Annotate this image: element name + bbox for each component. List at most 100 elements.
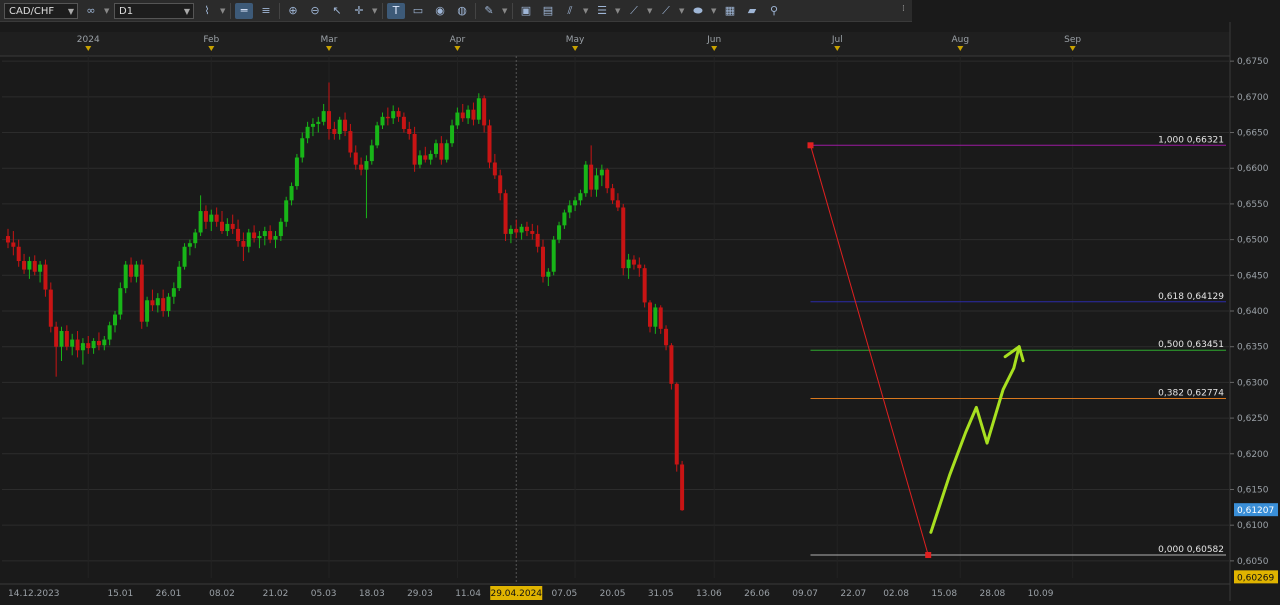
chevron-down-icon[interactable]: ▼ xyxy=(502,7,508,15)
candle-bearish xyxy=(482,98,487,126)
zoom-in-icon[interactable]: ⊕ xyxy=(284,3,302,19)
chevron-down-icon[interactable]: ▼ xyxy=(711,7,717,15)
price-axis-label: 0,6400 xyxy=(1237,307,1269,317)
line-style-icon[interactable]: ═ xyxy=(235,2,253,19)
candle-bearish xyxy=(658,307,663,329)
candle-bullish xyxy=(59,330,64,347)
candle-bearish xyxy=(412,133,417,165)
month-label: Jun xyxy=(706,35,721,45)
candle-bearish xyxy=(385,116,390,119)
candle-bullish xyxy=(321,111,326,122)
candle-bearish xyxy=(220,221,224,232)
price-axis-label: 0,6700 xyxy=(1237,93,1269,103)
price-axis-label: 0,6450 xyxy=(1237,271,1269,281)
price-chart[interactable]: 0,6750 0,6700 0,6650 0,6600 0,6550 0,6500 0,64… xyxy=(0,22,1280,601)
candle-bullish xyxy=(38,264,43,272)
note-icon[interactable]: ▭ xyxy=(409,3,427,19)
candle-bullish xyxy=(519,226,524,233)
candle-bullish xyxy=(171,288,176,297)
month-axis-strip xyxy=(0,32,1230,56)
price-axis-label: 0,6250 xyxy=(1237,414,1269,424)
candle-bullish xyxy=(155,298,160,306)
link-icon[interactable]: ∞ xyxy=(82,3,100,19)
candle-bearish xyxy=(252,232,257,239)
fib-level-label: 0,382 0,62774 xyxy=(1158,389,1224,399)
channel-icon[interactable]: ⫽ xyxy=(561,3,579,19)
chevron-down-icon[interactable]: ▼ xyxy=(647,7,653,15)
candle-bullish xyxy=(134,264,139,277)
grid-icon[interactable]: ▦ xyxy=(721,3,739,19)
chevron-down-icon[interactable]: ▼ xyxy=(615,7,621,15)
zoom-out-icon[interactable]: ⊖ xyxy=(306,3,324,19)
candle-bullish xyxy=(476,98,481,120)
low-price-label: 0,60269 xyxy=(1237,573,1274,583)
arrow-icon[interactable]: ⟋ xyxy=(657,3,675,19)
chart-area[interactable]: 0,6750 0,6700 0,6650 0,6600 0,6550 0,6500 0,64… xyxy=(0,22,1280,601)
trendline-icon[interactable]: ⟋ xyxy=(625,3,643,19)
candle-bearish xyxy=(680,464,685,511)
cursor-icon[interactable]: ↖ xyxy=(328,3,346,19)
date-axis-label: 15.01 xyxy=(107,589,133,599)
candle-bearish xyxy=(524,226,529,232)
bar-style-icon[interactable]: ≡ xyxy=(257,3,275,19)
candle-bearish xyxy=(6,236,10,243)
candle-bullish xyxy=(289,186,294,201)
collapse-icon[interactable]: ⁞ xyxy=(902,4,910,18)
fib-icon[interactable]: ☰ xyxy=(593,3,611,19)
month-label: Apr xyxy=(450,35,466,45)
candle-bearish xyxy=(150,300,155,306)
text-icon[interactable]: T xyxy=(387,2,405,19)
globe-icon[interactable]: ◍ xyxy=(453,3,471,19)
candle-bullish xyxy=(166,296,171,312)
candle-bearish xyxy=(353,152,358,165)
candle-bearish xyxy=(241,241,246,247)
candle-bearish xyxy=(401,116,406,129)
candle-bearish xyxy=(75,339,80,351)
shape-icon[interactable]: ⬬ xyxy=(689,3,707,19)
price-axis-label: 0,6300 xyxy=(1237,378,1269,388)
eye-icon[interactable]: ◉ xyxy=(431,3,449,19)
candle-bullish xyxy=(27,261,32,270)
date-axis-label: 26.06 xyxy=(744,589,770,599)
fib-level-label: 1,000 0,66321 xyxy=(1158,135,1224,145)
date-axis-label: 29.03 xyxy=(407,589,433,599)
date-axis-label: 26.01 xyxy=(156,589,182,599)
candle-bullish xyxy=(316,121,321,124)
chevron-down-icon[interactable]: ▼ xyxy=(104,7,110,15)
chevron-down-icon[interactable]: ▼ xyxy=(372,7,378,15)
candle-bearish xyxy=(332,128,337,134)
candle-bearish xyxy=(471,109,476,120)
chevron-down-icon[interactable]: ▼ xyxy=(583,7,589,15)
date-axis-label: 28.08 xyxy=(980,589,1006,599)
chevron-down-icon[interactable]: ▼ xyxy=(220,7,226,15)
date-axis-label: 22.07 xyxy=(840,589,866,599)
candle-bearish xyxy=(589,164,594,190)
fib-level-label: 0,618 0,64129 xyxy=(1158,292,1224,302)
date-axis-label: 10.09 xyxy=(1028,589,1054,599)
candle-bullish xyxy=(113,314,117,326)
candle-bearish xyxy=(327,111,331,129)
candle-bearish xyxy=(648,302,652,327)
candle-bearish xyxy=(214,214,219,222)
image-icon[interactable]: ▣ xyxy=(517,3,535,19)
crosshair-icon[interactable]: ✛ xyxy=(350,3,368,19)
month-label: Mar xyxy=(321,35,338,45)
timeframe-select[interactable]: D1 ▼ xyxy=(114,2,194,19)
eraser-icon[interactable]: ▰ xyxy=(743,3,761,19)
date-axis-label: 08.02 xyxy=(209,589,235,599)
candle-bullish xyxy=(557,225,562,240)
candle-bearish xyxy=(48,289,53,327)
candle-bearish xyxy=(43,264,48,290)
date-axis-label: 02.08 xyxy=(883,589,909,599)
candle-bullish xyxy=(594,175,599,190)
symbol-select[interactable]: CAD/CHF ▼ xyxy=(4,2,78,19)
pencil-icon[interactable]: ✎ xyxy=(480,3,498,19)
chevron-down-icon[interactable]: ▼ xyxy=(679,7,685,15)
candle-bullish xyxy=(294,157,299,187)
date-axis-label: 05.03 xyxy=(311,589,337,599)
chart-type-icon[interactable]: ⌇ xyxy=(198,3,216,19)
indicator-icon[interactable]: ⚲ xyxy=(765,3,783,19)
month-label: Aug xyxy=(952,35,970,45)
date-axis-label: 09.07 xyxy=(792,589,818,599)
screenshot-icon[interactable]: ▤ xyxy=(539,3,557,19)
